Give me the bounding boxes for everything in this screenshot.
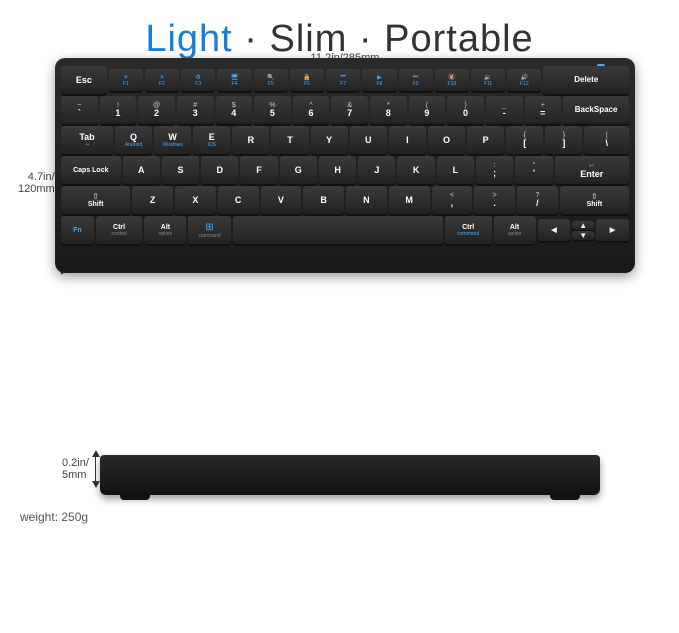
key-z[interactable]: Z [132,186,173,214]
key-row-zxcv: ⇧Shift Z X C V B N M <, >. ?/ ⇧Shift [61,186,629,214]
thickness-dimension: 0.2in/ 5mm [62,450,100,488]
key-lbracket[interactable]: {[ [506,126,543,154]
key-enter[interactable]: ↵ Enter [555,156,630,184]
key-u[interactable]: U [350,126,387,154]
key-alt-right[interactable]: Alt option [494,216,536,244]
key-8[interactable]: *8 [370,96,407,124]
key-f8[interactable]: ▶ F8 [362,69,396,91]
key-m[interactable]: M [389,186,430,214]
key-row-fn: Esc ☀ F1 ☀ F2 ⚙ F3 🖥 F4 🔍 F5 🔒 F6 ⏮ F7 [61,66,629,94]
key-tilde[interactable]: ~` [61,96,98,124]
key-semicolon[interactable]: :; [476,156,513,184]
key-5[interactable]: %5 [254,96,291,124]
key-f7[interactable]: ⏮ F7 [326,69,360,91]
key-3[interactable]: #3 [177,96,214,124]
key-f10[interactable]: 🔇 F10 [435,69,469,91]
key-d[interactable]: D [201,156,238,184]
key-f2[interactable]: ☀ F2 [145,69,179,91]
key-f3[interactable]: ⚙ F3 [181,69,215,91]
key-o[interactable]: O [428,126,465,154]
key-backspace[interactable]: BackSpace [563,96,629,124]
key-c[interactable]: C [218,186,259,214]
key-f4[interactable]: 🖥 F4 [217,69,251,91]
key-arrow-right[interactable]: ► [596,219,629,241]
key-n[interactable]: N [346,186,387,214]
key-row-bottom: Fn Ctrl control Alt option ⊞ command Ctr… [61,216,629,244]
key-equals[interactable]: += [525,96,562,124]
key-f1[interactable]: ☀ F1 [109,69,143,91]
key-f5[interactable]: 🔍 F5 [254,69,288,91]
key-f6[interactable]: 🔒 F6 [290,69,324,91]
key-2[interactable]: @2 [138,96,175,124]
key-fn[interactable]: Fn [61,216,94,244]
key-f11[interactable]: 🔉 F11 [471,69,505,91]
key-row-qwerty: Tab ⇥ QAndroid WWindows EiOS R T Y U I O… [61,126,629,154]
key-minus[interactable]: _- [486,96,523,124]
key-9[interactable]: (9 [409,96,446,124]
key-row-asdf: Caps Lock A S D F G H J K L :; "' ↵ Ente… [61,156,629,184]
key-t[interactable]: T [271,126,308,154]
height-label: 4.7in/ [28,171,55,183]
key-arrow-up[interactable]: ▲ [572,221,594,230]
key-b[interactable]: B [303,186,344,214]
key-row-numbers: ~` !1 @2 #3 $4 %5 ^6 &7 *8 (9 )0 _- += B… [61,96,629,124]
key-capslock[interactable]: Caps Lock [61,156,121,184]
key-esc[interactable]: Esc [61,66,107,94]
key-f[interactable]: F [240,156,277,184]
key-f12[interactable]: 🔊 F12 [507,69,541,91]
key-1[interactable]: !1 [100,96,137,124]
key-q[interactable]: QAndroid [115,126,152,154]
key-4[interactable]: $4 [216,96,253,124]
foot-right [550,492,580,500]
key-rbracket[interactable]: }] [545,126,582,154]
arrow-up-thickness-icon [92,450,100,457]
key-a[interactable]: A [123,156,160,184]
key-space[interactable] [233,216,443,244]
key-x[interactable]: X [175,186,216,214]
key-ctrl-right[interactable]: Ctrl command [445,216,492,244]
key-ctrl-left[interactable]: Ctrl control [96,216,143,244]
key-7[interactable]: &7 [331,96,368,124]
key-alt-left[interactable]: Alt option [144,216,186,244]
key-quote[interactable]: "' [515,156,552,184]
weight-label: weight: 250g [20,510,88,524]
key-backslash[interactable]: |\ [584,126,629,154]
key-shift-right[interactable]: ⇧Shift [560,186,629,214]
foot-left [120,492,150,500]
key-p[interactable]: P [467,126,504,154]
key-arrow-down[interactable]: ▼ [572,231,594,240]
key-f9[interactable]: ⏭ F9 [399,69,433,91]
key-delete[interactable]: Delete [543,66,629,94]
key-h[interactable]: H [319,156,356,184]
key-w[interactable]: WWindows [154,126,191,154]
key-s[interactable]: S [162,156,199,184]
key-0[interactable]: )0 [447,96,484,124]
key-l[interactable]: L [437,156,474,184]
key-v[interactable]: V [261,186,302,214]
key-comma[interactable]: <, [432,186,473,214]
key-tab[interactable]: Tab ⇥ [61,126,113,154]
key-y[interactable]: Y [311,126,348,154]
key-arrow-left[interactable]: ◄ [538,219,571,241]
key-shift-left[interactable]: ⇧Shift [61,186,130,214]
keyboard-feet [100,492,600,500]
keyboard-side-view [100,455,600,495]
key-period[interactable]: >. [474,186,515,214]
key-6[interactable]: ^6 [293,96,330,124]
key-e[interactable]: EiOS [193,126,230,154]
key-win[interactable]: ⊞ command [188,216,230,244]
keyboard-top-view: Esc ☀ F1 ☀ F2 ⚙ F3 🖥 F4 🔍 F5 🔒 F6 ⏮ F7 [55,58,635,273]
key-i[interactable]: I [389,126,426,154]
key-g[interactable]: G [280,156,317,184]
key-k[interactable]: K [397,156,434,184]
thickness-label: 0.2in/ 5mm [62,457,89,481]
key-r[interactable]: R [232,126,269,154]
key-j[interactable]: J [358,156,395,184]
key-slash[interactable]: ?/ [517,186,558,214]
arrow-down-thickness-icon [92,481,100,488]
